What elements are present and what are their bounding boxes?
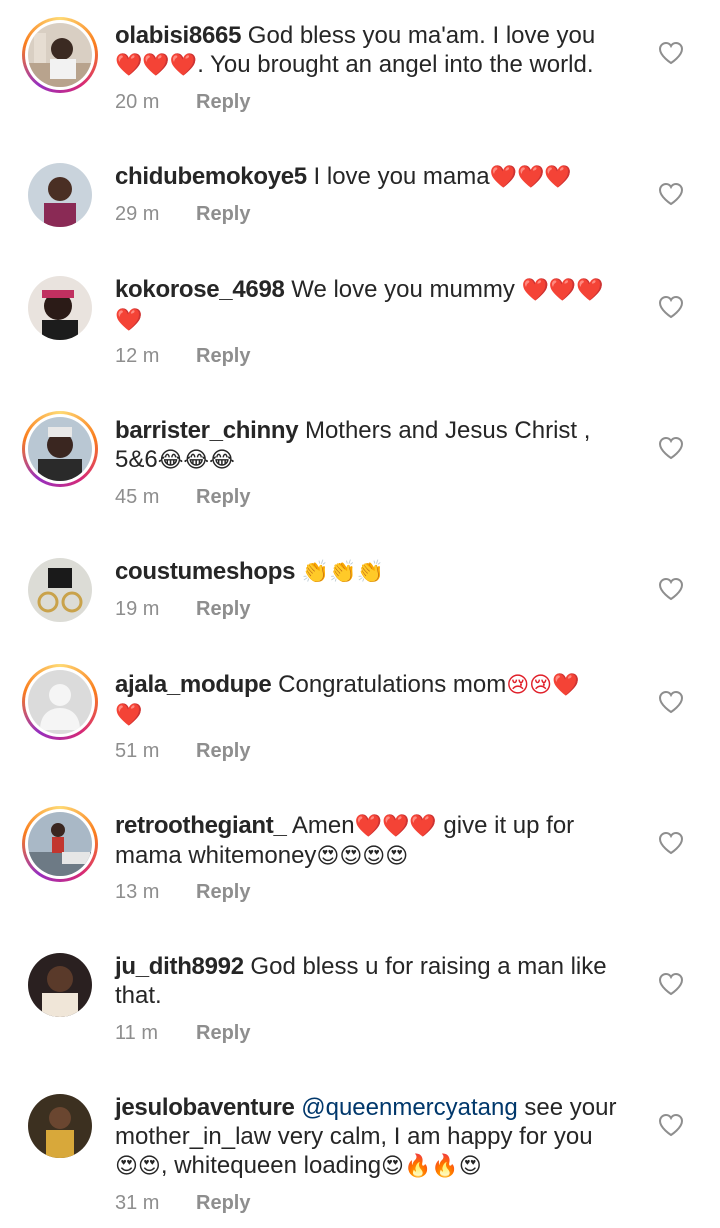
reply-button[interactable]: Reply xyxy=(196,881,250,903)
comment-body-cont: 5&6 xyxy=(115,446,158,473)
comment-meta: 31 m Reply xyxy=(115,1192,250,1215)
comment-username[interactable]: retroothegiant_ xyxy=(115,812,287,839)
comment-meta: 45 m Reply xyxy=(115,486,250,509)
comment-text: coustumeshops 👏👏👏 xyxy=(115,557,635,587)
avatar-wrap[interactable] xyxy=(22,552,98,628)
comment-username[interactable]: chidubemokoye5 xyxy=(115,163,307,190)
avatar[interactable] xyxy=(28,1094,92,1158)
avatar[interactable] xyxy=(28,558,92,622)
heart-outline-icon[interactable] xyxy=(658,577,684,601)
heart-outline-icon[interactable] xyxy=(658,295,684,319)
story-ring[interactable] xyxy=(22,806,98,882)
comment-text: retroothegiant_ Amen❤️❤️❤️ give it up fo… xyxy=(115,811,635,871)
comment-meta: 51 m Reply xyxy=(115,740,250,763)
comment-time: 20 m xyxy=(115,91,160,113)
comment-body-cont: mama whitemoney xyxy=(115,842,317,869)
comment-time: 13 m xyxy=(115,881,160,903)
comment-time: 51 m xyxy=(115,740,160,762)
heart-outline-icon[interactable] xyxy=(658,1113,684,1137)
comment-meta: 12 m Reply xyxy=(115,345,250,368)
avatar[interactable] xyxy=(28,276,92,340)
comment-emoji: 👏👏👏 xyxy=(301,560,384,585)
avatar-wrap[interactable] xyxy=(22,1088,98,1164)
comment-body: God bless you ma'am. I love you xyxy=(247,22,596,49)
comment-body: I love you mama xyxy=(313,163,490,190)
comment-time: 11 m xyxy=(115,1022,158,1044)
comment-time: 31 m xyxy=(115,1192,160,1214)
heart-outline-icon[interactable] xyxy=(658,831,684,855)
comment-body: We love you mummy xyxy=(291,276,515,303)
reply-button[interactable]: Reply xyxy=(196,1192,250,1214)
comment-text: ajala_modupe Congratulations mom😢😢❤️ ❤️ xyxy=(115,670,635,730)
comment-emoji: ❤️❤️❤️ xyxy=(354,814,437,839)
avatar[interactable] xyxy=(28,23,92,87)
comment-body-cont: , whitequeen loading xyxy=(160,1152,382,1179)
comment-emoji: ❤️❤️❤️ xyxy=(115,53,198,78)
avatar-wrap[interactable] xyxy=(22,270,98,346)
story-ring[interactable] xyxy=(22,17,98,93)
comment-emoji: 😍😍 xyxy=(115,1154,161,1179)
comment-emoji: ❤️ xyxy=(115,703,143,728)
comment-text: olabisi8665 God bless you ma'am. I love … xyxy=(115,21,635,80)
comment-text: kokorose_4698 We love you mummy ❤️❤️❤️ ❤… xyxy=(115,275,635,335)
comment-body: Mothers and Jesus Christ , xyxy=(304,417,591,444)
avatar-wrap[interactable] xyxy=(22,947,98,1023)
comment-text: barrister_chinny Mothers and Jesus Chris… xyxy=(115,416,635,475)
heart-outline-icon[interactable] xyxy=(658,690,684,714)
comment-text: chidubemokoye5 I love you mama❤️❤️❤️ xyxy=(115,162,635,192)
comment-username[interactable]: jesulobaventure xyxy=(115,1094,295,1121)
reply-button[interactable]: Reply xyxy=(196,203,250,225)
story-ring[interactable] xyxy=(22,664,98,740)
comment-username[interactable]: ju_dith8992 xyxy=(115,953,244,980)
comment-body: Amen xyxy=(291,812,355,839)
comment-emoji: 😢😢❤️ xyxy=(506,673,580,698)
heart-outline-icon[interactable] xyxy=(658,41,684,65)
story-ring[interactable] xyxy=(22,411,98,487)
heart-outline-icon[interactable] xyxy=(658,436,684,460)
comment-meta: 13 m Reply xyxy=(115,881,250,904)
comment-meta: 11 m Reply xyxy=(115,1022,250,1045)
comment-emoji: ❤️❤️❤️ xyxy=(489,165,572,190)
comment-mention[interactable]: @queenmercyatang xyxy=(301,1094,518,1121)
comment-time: 45 m xyxy=(115,486,160,508)
reply-button[interactable]: Reply xyxy=(196,740,250,762)
comment-meta: 19 m Reply xyxy=(115,598,250,621)
avatar[interactable] xyxy=(28,812,92,876)
comment-text: ju_dith8992 God bless u for raising a ma… xyxy=(115,952,635,1010)
comment-emoji: ❤️❤️❤️ xyxy=(521,278,604,303)
comment-username[interactable]: ajala_modupe xyxy=(115,671,272,698)
comment-time: 29 m xyxy=(115,203,160,225)
comment-emoji: ❤️ xyxy=(115,308,143,333)
comment-time: 19 m xyxy=(115,598,160,620)
comment-meta: 20 m Reply xyxy=(115,91,250,114)
reply-button[interactable]: Reply xyxy=(196,91,250,113)
comment-time: 12 m xyxy=(115,345,160,367)
comment-body-cont: give it up for xyxy=(436,812,575,839)
reply-button[interactable]: Reply xyxy=(196,1022,250,1044)
comment-username[interactable]: barrister_chinny xyxy=(115,417,299,444)
avatar[interactable] xyxy=(28,953,92,1017)
avatar[interactable] xyxy=(28,670,92,734)
reply-button[interactable]: Reply xyxy=(196,345,250,367)
comment-username[interactable]: coustumeshops xyxy=(115,558,295,585)
heart-outline-icon[interactable] xyxy=(658,182,684,206)
avatar[interactable] xyxy=(28,163,92,227)
reply-button[interactable]: Reply xyxy=(196,598,250,620)
comment-username[interactable]: olabisi8665 xyxy=(115,22,241,49)
comment-text: jesulobaventure @queenmercyatang see you… xyxy=(115,1093,635,1181)
comment-emoji: 😍🔥🔥😍 xyxy=(381,1154,482,1179)
avatar-wrap[interactable] xyxy=(22,157,98,233)
avatar[interactable] xyxy=(28,417,92,481)
comment-body: Congratulations mom xyxy=(278,671,507,698)
reply-button[interactable]: Reply xyxy=(196,486,250,508)
comment-emoji: 😍😍😍😍 xyxy=(316,844,409,869)
comment-body-cont: . You brought an angel into the world. xyxy=(197,51,594,78)
comment-username[interactable]: kokorose_4698 xyxy=(115,276,285,303)
heart-outline-icon[interactable] xyxy=(658,972,684,996)
comment-emoji: 😂😂😂 xyxy=(157,448,235,473)
comment-meta: 29 m Reply xyxy=(115,203,250,226)
